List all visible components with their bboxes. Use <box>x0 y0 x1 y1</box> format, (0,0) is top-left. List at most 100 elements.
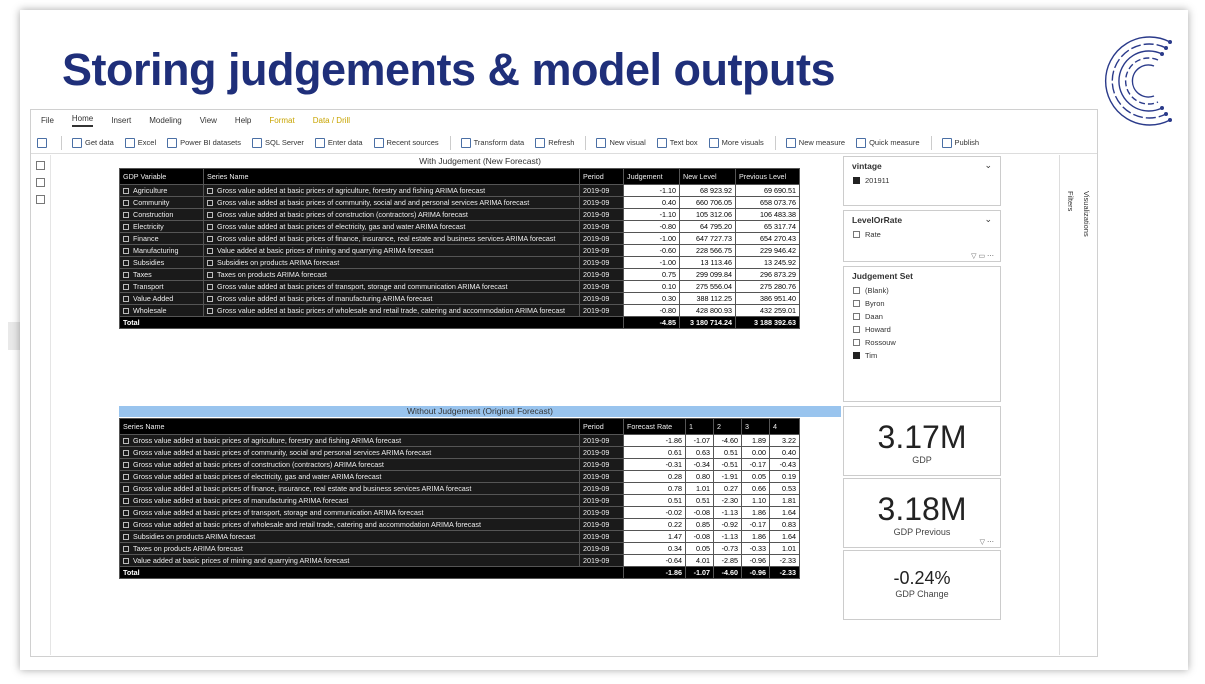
text-box-button[interactable]: Text box <box>656 137 698 148</box>
expand-icon[interactable] <box>123 236 129 243</box>
col-period[interactable]: Period <box>579 418 624 435</box>
table-row[interactable]: Finance Gross value added at basic prices… <box>119 232 800 245</box>
col-previous-level[interactable]: Previous Level <box>735 168 800 185</box>
with-judgement-visual[interactable]: With Judgement (New Forecast) GDP Variab… <box>119 156 841 400</box>
expand-icon[interactable] <box>207 212 213 219</box>
quick-measure-button[interactable]: Quick measure <box>856 137 920 148</box>
table-row[interactable]: Agriculture Gross value added at basic pr… <box>119 184 800 197</box>
table-row[interactable]: Gross value added at basic prices of fin… <box>119 482 800 495</box>
table-row[interactable]: Value Added Gross value added at basic pr… <box>119 292 800 305</box>
report-view-icon[interactable] <box>36 161 45 170</box>
expand-icon[interactable] <box>123 212 129 219</box>
expand-icon[interactable] <box>123 260 129 267</box>
expand-icon[interactable] <box>207 224 213 231</box>
chevron-down-icon[interactable]: ⌄ <box>984 160 992 171</box>
expand-icon[interactable] <box>123 462 129 469</box>
menu-modeling[interactable]: Modeling <box>149 116 181 125</box>
col-gdp-variable[interactable]: GDP Variable <box>119 168 204 185</box>
menu-home[interactable]: Home <box>71 114 94 127</box>
judgement-set-slicer[interactable]: Judgement Set (Blank) Byron Daan Howard Ross… <box>843 266 1001 402</box>
paste-button[interactable] <box>37 137 50 148</box>
col-1[interactable]: 1 <box>685 418 714 435</box>
table-row[interactable]: Gross value added at basic prices of con… <box>119 458 800 471</box>
expand-icon[interactable] <box>123 498 129 505</box>
filters-pane-tab[interactable]: Filters <box>1066 191 1075 211</box>
data-view-icon[interactable] <box>36 178 45 187</box>
col-new-level[interactable]: New Level <box>679 168 736 185</box>
slicer-option[interactable]: Howard <box>853 324 1000 335</box>
col-4[interactable]: 4 <box>769 418 800 435</box>
sql-server-button[interactable]: SQL Server <box>252 137 304 148</box>
col-series-name[interactable]: Series Name <box>119 418 580 435</box>
publish-button[interactable]: Publish <box>941 137 979 148</box>
expand-icon[interactable] <box>207 236 213 243</box>
table-row[interactable]: Gross value added at basic prices of who… <box>119 518 800 531</box>
menu-help[interactable]: Help <box>235 116 251 125</box>
table-row[interactable]: Construction Gross value added at basic p… <box>119 208 800 221</box>
expand-icon[interactable] <box>123 522 129 529</box>
expand-icon[interactable] <box>123 438 129 445</box>
slicer-option[interactable]: Rossouw <box>853 337 1000 348</box>
table-row[interactable]: Subsidies Subsidies on products ARIMA for… <box>119 256 800 269</box>
gdp-card[interactable]: 3.17M GDP <box>843 406 1001 476</box>
expand-icon[interactable] <box>207 296 213 303</box>
table-row[interactable]: Taxes on products ARIMA forecast 2019-09 0… <box>119 542 800 555</box>
table-row[interactable]: Subsidies on products ARIMA forecast 2019… <box>119 530 800 543</box>
col-judgement[interactable]: Judgement <box>623 168 680 185</box>
slicer-option[interactable]: Rate <box>853 229 1000 240</box>
expand-icon[interactable] <box>123 308 129 315</box>
expand-icon[interactable] <box>123 534 129 541</box>
new-visual-button[interactable]: New visual <box>596 137 646 148</box>
menu-view[interactable]: View <box>200 116 217 125</box>
col-series-name[interactable]: Series Name <box>203 168 580 185</box>
expand-icon[interactable] <box>123 248 129 255</box>
table-row[interactable]: Gross value added at basic prices of man… <box>119 494 800 507</box>
expand-icon[interactable] <box>123 224 129 231</box>
expand-icon[interactable] <box>123 474 129 481</box>
power-bi-datasets-button[interactable]: Power BI datasets <box>167 137 241 148</box>
table-row[interactable]: Wholesale Gross value added at basic pric… <box>119 304 800 317</box>
table-row[interactable]: Gross value added at basic prices of com… <box>119 446 800 459</box>
table-row[interactable]: Gross value added at basic prices of ele… <box>119 470 800 483</box>
more-visuals-button[interactable]: More visuals <box>708 137 764 148</box>
new-measure-button[interactable]: New measure <box>785 137 845 148</box>
expand-icon[interactable] <box>207 272 213 279</box>
expand-icon[interactable] <box>123 200 129 207</box>
expand-icon[interactable] <box>123 450 129 457</box>
col-period[interactable]: Period <box>579 168 624 185</box>
menu-file[interactable]: File <box>41 116 54 125</box>
expand-icon[interactable] <box>123 284 129 291</box>
expand-icon[interactable] <box>123 546 129 553</box>
slicer-option[interactable]: Byron <box>853 298 1000 309</box>
menu-format[interactable]: Format <box>269 116 294 125</box>
expand-icon[interactable] <box>207 188 213 195</box>
table-row[interactable]: Taxes Taxes on products ARIMA forecast 201… <box>119 268 800 281</box>
table-row[interactable]: Electricity Gross value added at basic pr… <box>119 220 800 233</box>
col-2[interactable]: 2 <box>713 418 742 435</box>
menu-data-drill[interactable]: Data / Drill <box>313 116 350 125</box>
slicer-option[interactable]: Tim <box>853 350 1000 361</box>
level-or-rate-slicer[interactable]: LevelOrRate Rate ⌄ ▽ ▭ ⋯ <box>843 210 1001 262</box>
expand-icon[interactable] <box>123 558 129 565</box>
vintage-slicer[interactable]: vintage 201911 ⌄ <box>843 156 1001 206</box>
expand-icon[interactable] <box>207 200 213 207</box>
table-row[interactable]: Manufacturing Value added at basic prices… <box>119 244 800 257</box>
enter-data-button[interactable]: Enter data <box>314 137 363 148</box>
expand-icon[interactable] <box>123 510 129 517</box>
expand-icon[interactable] <box>207 284 213 291</box>
visual-header-icons[interactable]: ▽ ▭ ⋯ <box>971 252 994 260</box>
excel-button[interactable]: Excel <box>124 137 156 148</box>
table-row[interactable]: Transport Gross value added at basic pric… <box>119 280 800 293</box>
refresh-button[interactable]: Refresh <box>535 137 574 148</box>
table-row[interactable]: Value added at basic prices of mining an… <box>119 554 800 567</box>
gdp-previous-card[interactable]: 3.18M GDP Previous ▽ ⋯ <box>843 478 1001 548</box>
model-view-icon[interactable] <box>36 195 45 204</box>
gdp-change-card[interactable]: -0.24% GDP Change <box>843 550 1001 620</box>
table-row[interactable]: Community Gross value added at basic pric… <box>119 196 800 209</box>
visual-header-icons[interactable]: ▽ ⋯ <box>980 538 994 546</box>
col-forecast-rate[interactable]: Forecast Rate <box>623 418 686 435</box>
slicer-option[interactable]: Daan <box>853 311 1000 322</box>
expand-icon[interactable] <box>207 308 213 315</box>
slicer-option[interactable]: (Blank) <box>853 285 1000 296</box>
without-judgement-visual[interactable]: Without Judgement (Original Forecast) Se… <box>119 406 841 656</box>
